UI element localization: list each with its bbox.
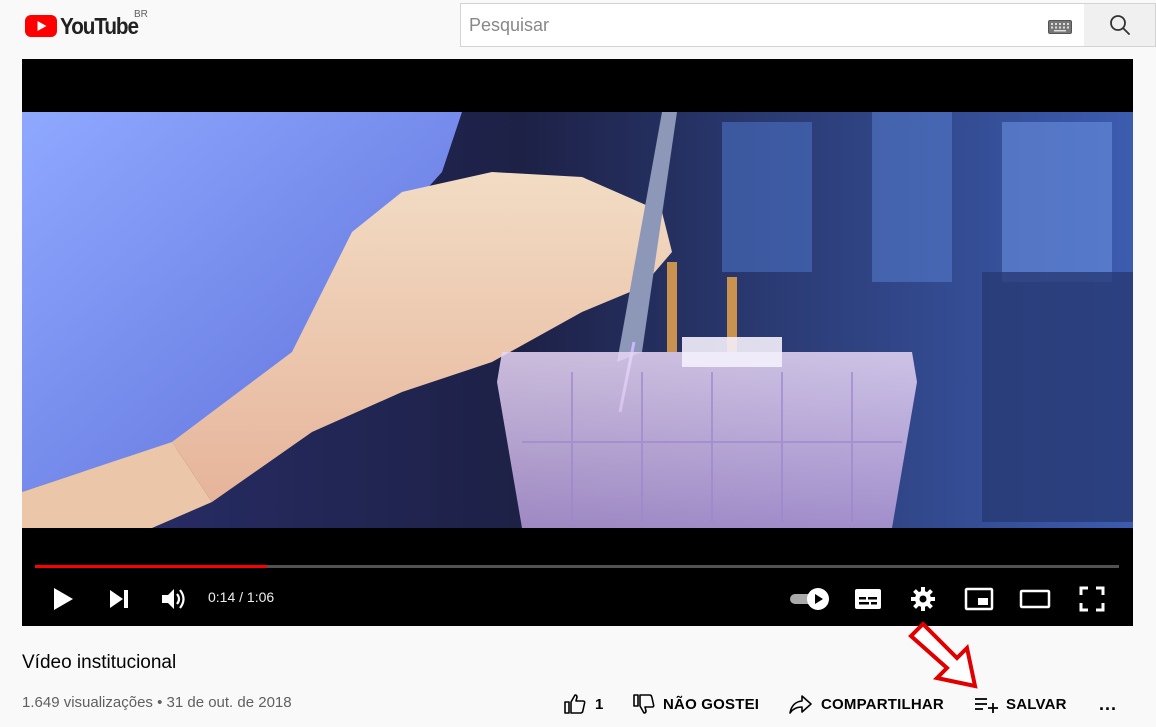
youtube-logo-icon (25, 15, 57, 37)
share-label: COMPARTILHAR (821, 695, 944, 713)
subtitles-button[interactable] (852, 581, 884, 617)
progress-fill (35, 565, 267, 568)
video-meta: 1.649 visualizações • 31 de out. de 2018 (22, 694, 292, 711)
dislike-label: NÃO GOSTEI (663, 695, 760, 713)
fullscreen-button[interactable] (1076, 581, 1108, 617)
time-display: 0:14 / 1:06 (208, 589, 275, 605)
subtitles-icon (855, 589, 881, 609)
thumb-up-icon (564, 694, 586, 714)
play-button[interactable] (48, 581, 78, 617)
search-icon (1109, 15, 1130, 35)
red-arrow-annotation-icon (908, 621, 978, 689)
fullscreen-icon (1079, 586, 1105, 612)
like-button[interactable]: 1 (563, 690, 604, 718)
theater-mode-icon (1019, 589, 1051, 609)
settings-button[interactable] (907, 581, 939, 617)
next-icon (110, 590, 128, 608)
autoplay-toggle[interactable] (786, 581, 834, 617)
video-title: Vídeo institucional (22, 652, 177, 673)
video-player[interactable]: 0:14 / 1:06 (22, 59, 1133, 626)
autoplay-toggle-icon (790, 588, 829, 610)
save-label: SALVAR (1006, 695, 1067, 713)
save-button[interactable]: SALVAR (974, 690, 1067, 718)
add-to-playlist-icon (975, 698, 998, 713)
volume-icon (162, 589, 185, 609)
video-frame[interactable] (22, 112, 1133, 528)
dislike-button[interactable]: NÃO GOSTEI (632, 690, 759, 718)
search-input[interactable] (467, 4, 1031, 46)
search-box (460, 3, 1085, 47)
masthead: YouTube BR (0, 0, 1156, 58)
theater-mode-button[interactable] (1018, 581, 1052, 617)
progress-bar[interactable] (35, 565, 1119, 568)
thumb-down-icon (633, 694, 655, 714)
settings-gear-icon (911, 587, 935, 611)
logo-text: YouTube (60, 12, 139, 39)
miniplayer-icon (964, 587, 994, 611)
more-icon: ... (1099, 693, 1118, 714)
miniplayer-button[interactable] (962, 581, 996, 617)
play-icon (54, 588, 73, 610)
like-count: 1 (595, 695, 604, 713)
share-button[interactable]: COMPARTILHAR (788, 690, 944, 718)
search-button[interactable] (1084, 3, 1156, 47)
more-actions-button[interactable]: ... (1099, 690, 1117, 718)
youtube-logo[interactable]: YouTube (25, 12, 147, 40)
share-arrow-icon (789, 695, 812, 714)
country-code: BR (134, 9, 148, 20)
keyboard-icon[interactable] (1048, 20, 1072, 34)
volume-button[interactable] (158, 581, 190, 617)
next-button[interactable] (104, 581, 134, 617)
